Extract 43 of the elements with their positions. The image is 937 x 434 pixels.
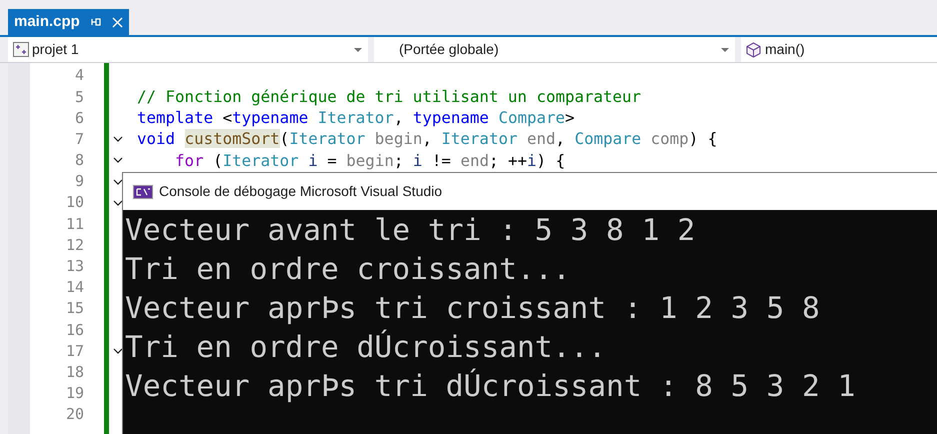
- scope-dropdown[interactable]: (Portée globale): [374, 37, 735, 62]
- chevron-icon[interactable]: [113, 178, 123, 185]
- caret-icon: [354, 48, 362, 52]
- console-line: Vecteur aprÞs tri dÚcroissant : 8 5 3 2 1: [125, 368, 856, 405]
- chevron-icon[interactable]: [113, 157, 123, 164]
- code-line: void customSort(Iterator begin, Iterator end, Compare comp) {: [137, 128, 718, 150]
- line-number: 15: [64, 298, 84, 320]
- project-dropdown[interactable]: projet 1: [8, 37, 368, 62]
- line-number: 14: [64, 277, 84, 298]
- console-line: Vecteur avant le tri : 5 3 8 1 2: [125, 212, 696, 249]
- line-number: 19: [64, 383, 84, 404]
- line-number: 11: [64, 214, 84, 235]
- code-line: template <typename Iterator, typename Compare>: [137, 107, 575, 130]
- line-number: 6: [74, 108, 84, 129]
- line-number: 17: [64, 340, 84, 362]
- caret-icon: [721, 48, 729, 52]
- chevron-icon[interactable]: [113, 348, 123, 354]
- code-line: for (Iterator i = begin; i != end; ++i) {: [174, 150, 566, 172]
- console-icon: [133, 184, 153, 198]
- console-line: Tri en ordre croissant...: [125, 251, 572, 288]
- code-line: // Fonction générique de tri utilisant un comparateur: [137, 86, 642, 108]
- line-number: 10: [64, 192, 84, 214]
- member-dropdown[interactable]: main(): [741, 37, 937, 62]
- line-number: 8: [74, 150, 84, 172]
- pin-icon[interactable]: [90, 16, 102, 28]
- cube-icon: [746, 42, 761, 58]
- line-number: 9: [74, 171, 84, 192]
- console-title: Console de débogage Microsoft Visual Studio: [159, 182, 442, 201]
- line-number: 20: [64, 404, 84, 426]
- line-number: 18: [64, 362, 84, 383]
- project-icon: [13, 42, 29, 57]
- close-icon[interactable]: [112, 16, 123, 28]
- line-number: 16: [64, 320, 84, 341]
- line-number: 7: [74, 128, 84, 150]
- line-number: 13: [64, 256, 84, 278]
- line-number: 4: [74, 65, 84, 86]
- chevron-icon[interactable]: [113, 200, 123, 206]
- line-number: 12: [64, 234, 84, 256]
- chevron-icon[interactable]: [113, 136, 123, 142]
- line-number: 5: [74, 86, 84, 108]
- console-line: Vecteur aprÞs tri croissant : 1 2 3 5 8: [125, 290, 821, 327]
- console-line: Tri en ordre dÚcroissant...: [125, 328, 608, 366]
- file-tab[interactable]: main.cpp: [8, 9, 129, 35]
